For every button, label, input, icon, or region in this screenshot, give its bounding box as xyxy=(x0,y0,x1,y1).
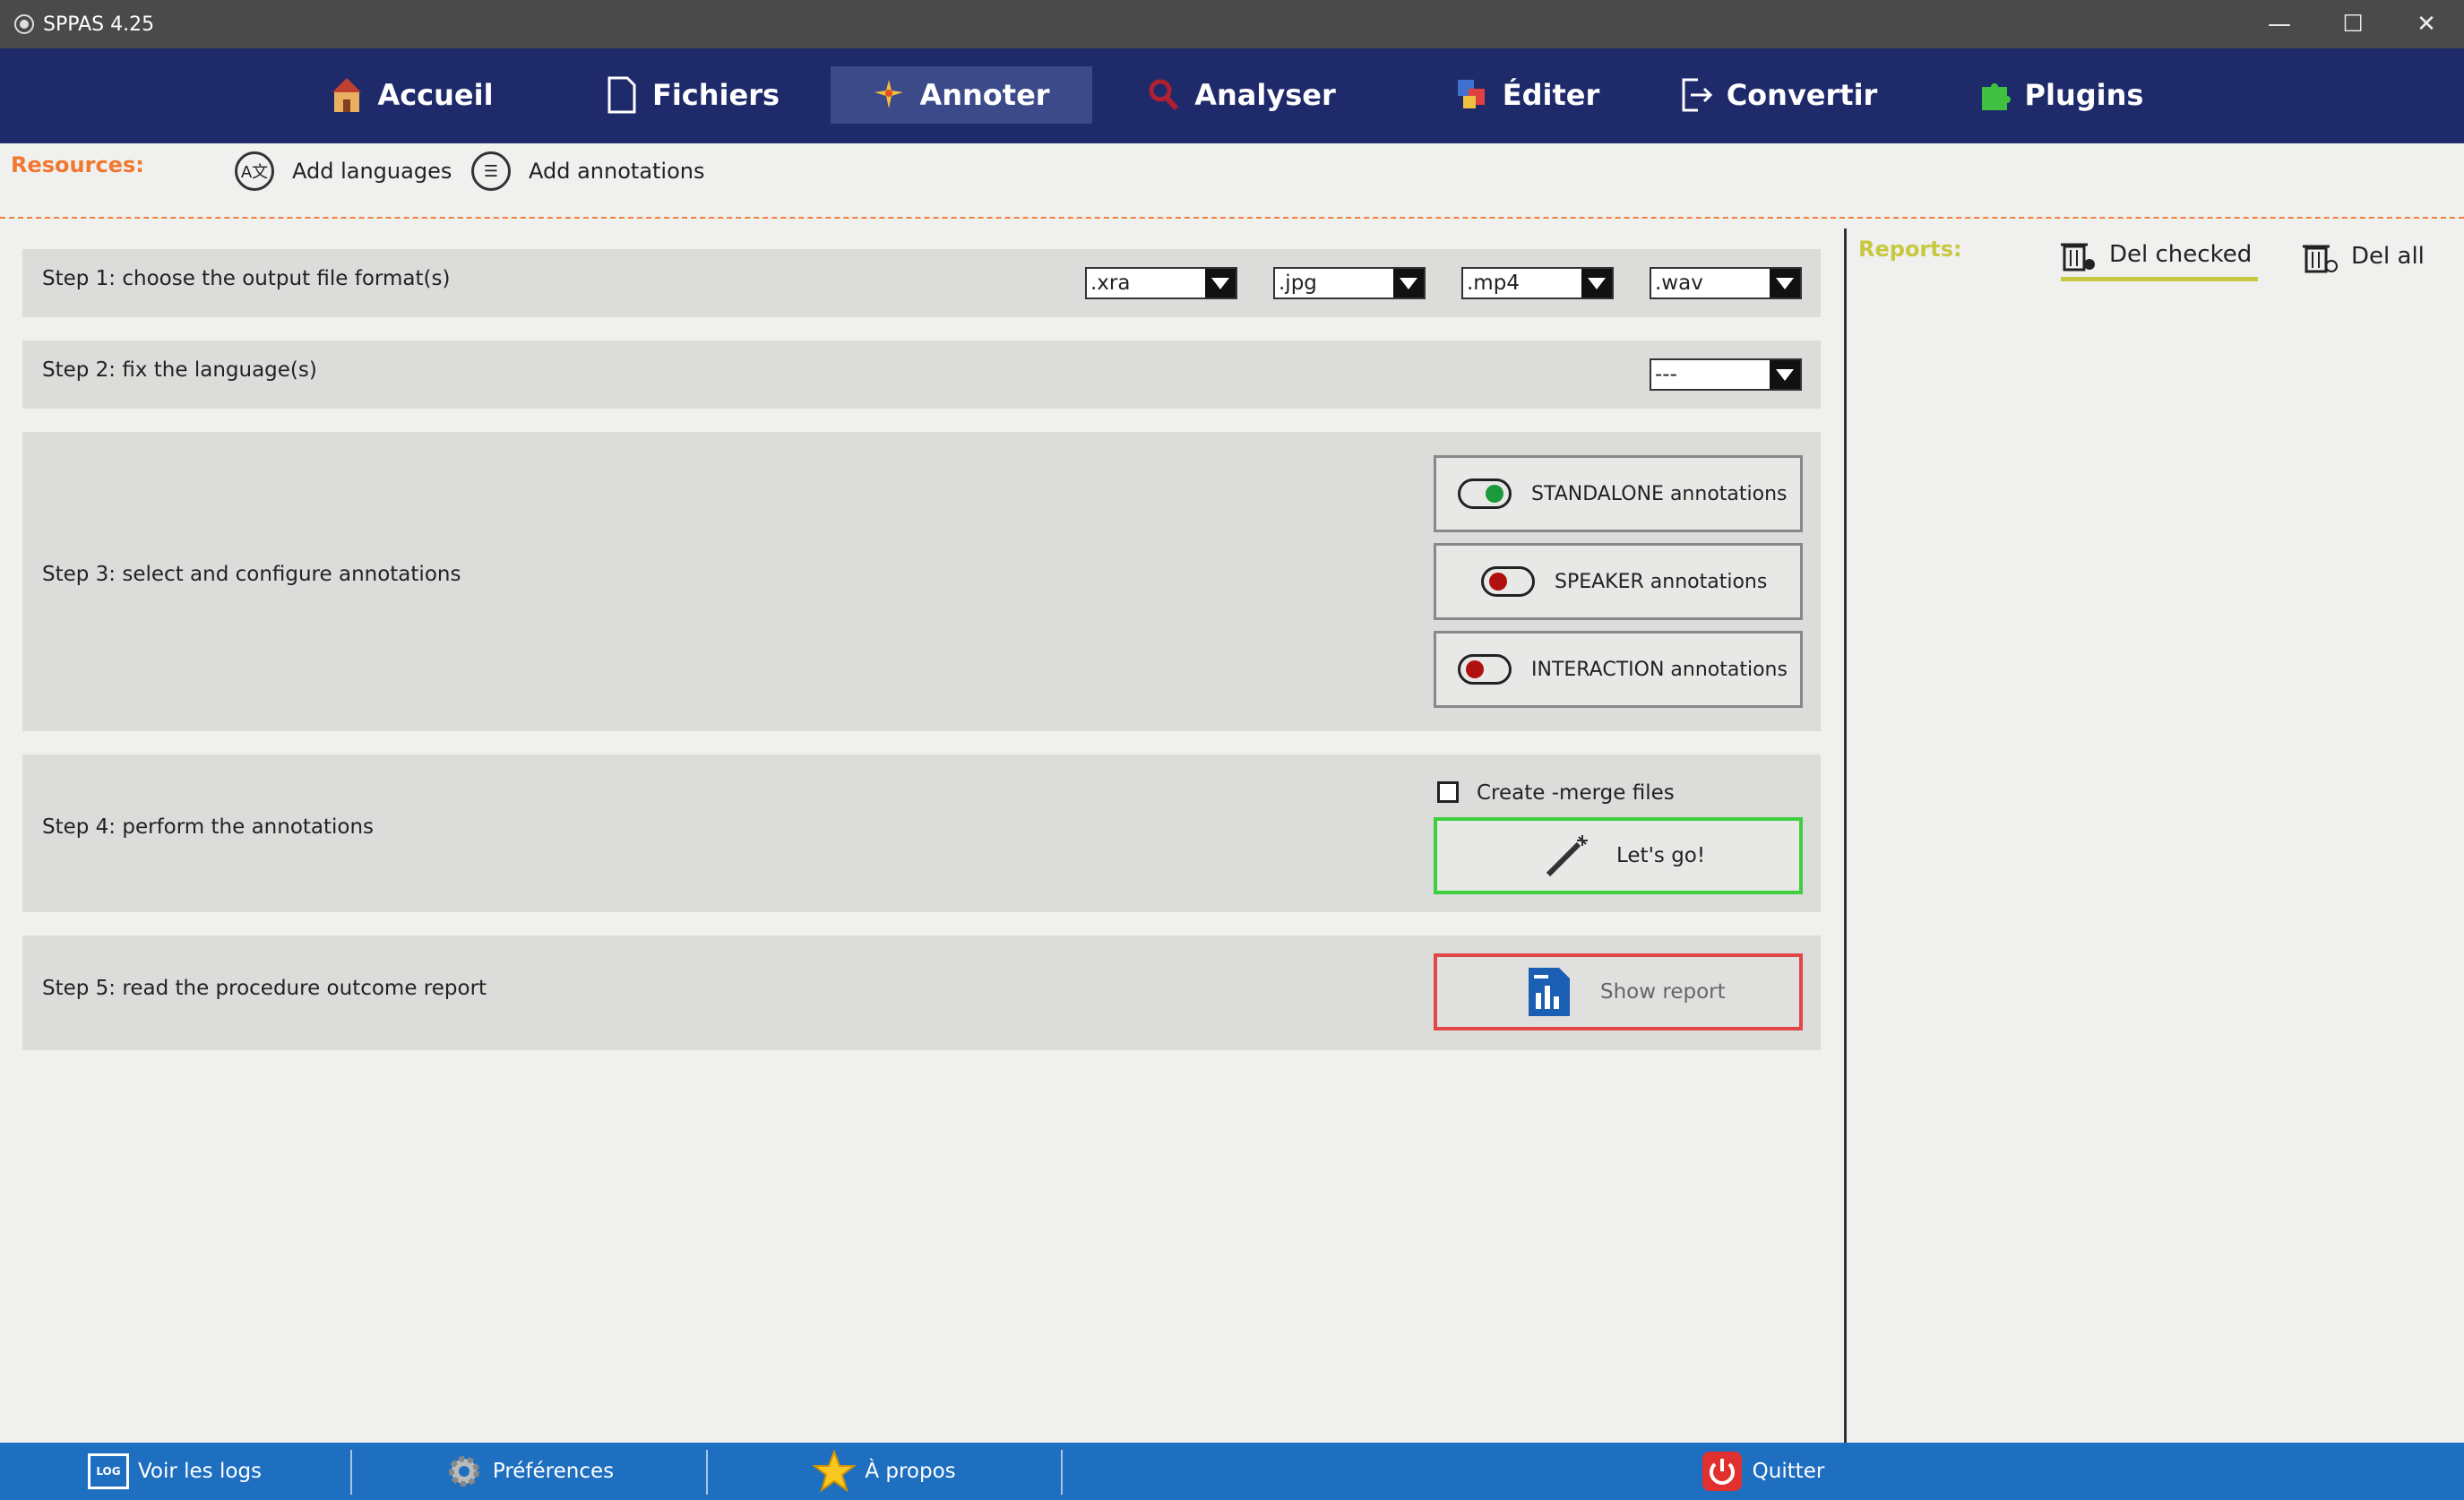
add-languages-button[interactable]: A文 Add languages xyxy=(235,147,452,195)
del-checked-button[interactable]: Del checked xyxy=(2061,231,2258,281)
format-select-xra[interactable]: .xra xyxy=(1085,267,1237,299)
main-nav: Accueil Fichiers Annoter Analyser Éditer… xyxy=(0,48,2464,143)
interaction-label: INTERACTION annotations xyxy=(1531,658,1788,681)
list-icon: ☰ xyxy=(471,151,511,191)
sparkle-icon xyxy=(873,76,905,114)
tab-label: Plugins xyxy=(2024,78,2144,112)
tab-label: Fichiers xyxy=(651,78,780,112)
view-logs-label: Voir les logs xyxy=(137,1460,263,1483)
merge-files-label: Create -merge files xyxy=(1477,781,1675,805)
view-logs-button[interactable]: LOG Voir les logs xyxy=(0,1443,349,1500)
tab-fichiers[interactable]: Fichiers xyxy=(599,66,787,124)
format-value: .jpg xyxy=(1279,272,1317,295)
bottom-bar: LOG Voir les logs Préférences À propos Q… xyxy=(0,1443,2464,1500)
chevron-down-icon xyxy=(1393,269,1424,297)
tab-label: Accueil xyxy=(377,78,494,112)
step2-panel: Step 2: fix the language(s) --- xyxy=(22,341,1821,409)
puzzle-icon xyxy=(1978,76,2011,114)
power-icon xyxy=(1702,1452,1742,1491)
resources-label: Resources: xyxy=(11,152,144,177)
log-icon: LOG xyxy=(87,1453,129,1489)
star-icon xyxy=(812,1449,857,1493)
language-select[interactable]: --- xyxy=(1650,358,1802,391)
tab-label: Convertir xyxy=(1726,78,1878,112)
trash-all-icon xyxy=(2303,241,2338,273)
step1-panel: Step 1: choose the output file format(s)… xyxy=(22,249,1821,317)
add-annotations-label: Add annotations xyxy=(529,159,705,184)
gear-icon xyxy=(444,1452,484,1491)
chevron-down-icon xyxy=(1205,269,1236,297)
export-icon xyxy=(1680,76,1712,114)
format-value: .xra xyxy=(1090,272,1131,295)
tab-convertir[interactable]: Convertir xyxy=(1682,66,1877,124)
quit-label: Quitter xyxy=(1752,1460,1825,1483)
del-checked-label: Del checked xyxy=(2109,240,2253,268)
tab-plugins[interactable]: Plugins xyxy=(1971,66,2150,124)
close-button[interactable]: ✕ xyxy=(2391,0,2462,48)
reports-label: Reports: xyxy=(1858,237,1962,262)
step4-label: Step 4: perform the annotations xyxy=(42,815,375,839)
toggle-off-icon xyxy=(1481,566,1535,597)
edit-icon xyxy=(1456,76,1488,114)
report-chart-icon xyxy=(1525,966,1573,1018)
title-bar: SPPAS 4.25 — ☐ ✕ xyxy=(0,0,2464,48)
preferences-button[interactable]: Préférences xyxy=(352,1443,706,1500)
tab-analyser[interactable]: Analyser xyxy=(1143,66,1340,124)
language-icon: A文 xyxy=(235,151,274,191)
step2-label: Step 2: fix the language(s) xyxy=(42,358,317,382)
chevron-down-icon xyxy=(1770,360,1800,389)
standalone-annotations-button[interactable]: STANDALONE annotations xyxy=(1434,455,1803,532)
format-value: .mp4 xyxy=(1467,272,1520,295)
toggle-off-icon xyxy=(1458,654,1512,685)
chevron-down-icon xyxy=(1770,269,1800,297)
speaker-label: SPEAKER annotations xyxy=(1555,570,1768,593)
show-report-label: Show report xyxy=(1600,980,1726,1004)
step3-label: Step 3: select and configure annotations xyxy=(42,563,461,586)
format-select-wav[interactable]: .wav xyxy=(1650,267,1802,299)
minimize-button[interactable]: — xyxy=(2244,0,2315,48)
add-languages-label: Add languages xyxy=(292,159,452,184)
interaction-annotations-button[interactable]: INTERACTION annotations xyxy=(1434,631,1803,708)
language-value: --- xyxy=(1655,363,1677,386)
step1-label: Step 1: choose the output file format(s) xyxy=(42,267,451,290)
step5-label: Step 5: read the procedure outcome repor… xyxy=(42,977,487,1000)
window-title: SPPAS 4.25 xyxy=(43,13,155,36)
resources-bar: Resources: A文 Add languages ☰ Add annota… xyxy=(0,143,2464,219)
del-all-label: Del all xyxy=(2351,243,2425,270)
panel-divider xyxy=(1844,228,1847,1443)
format-value: .wav xyxy=(1655,272,1703,295)
maximize-button[interactable]: ☐ xyxy=(2317,0,2389,48)
tab-label: Annoter xyxy=(919,78,1050,112)
about-button[interactable]: À propos xyxy=(708,1443,1061,1500)
about-label: À propos xyxy=(865,1460,956,1483)
format-select-mp4[interactable]: .mp4 xyxy=(1461,267,1614,299)
chevron-down-icon xyxy=(1581,269,1612,297)
show-report-button[interactable]: Show report xyxy=(1434,953,1803,1030)
toggle-on-icon xyxy=(1458,478,1512,509)
speaker-annotations-button[interactable]: SPEAKER annotations xyxy=(1434,543,1803,620)
home-icon xyxy=(331,76,363,114)
tab-label: Analyser xyxy=(1194,78,1336,112)
add-annotations-button[interactable]: ☰ Add annotations xyxy=(471,147,705,195)
trash-checked-icon xyxy=(2061,239,2095,271)
tab-label: Éditer xyxy=(1502,78,1600,112)
file-icon xyxy=(606,76,638,114)
magic-wand-icon xyxy=(1543,832,1591,880)
tab-editer[interactable]: Éditer xyxy=(1438,66,1617,124)
merge-files-checkbox[interactable] xyxy=(1437,781,1459,803)
tab-accueil[interactable]: Accueil xyxy=(323,66,502,124)
tab-annoter[interactable]: Annoter xyxy=(831,66,1092,124)
preferences-label: Préférences xyxy=(492,1460,615,1483)
lets-go-label: Let's go! xyxy=(1616,844,1706,867)
standalone-label: STANDALONE annotations xyxy=(1531,482,1788,505)
magnifier-icon xyxy=(1148,76,1180,114)
format-select-jpg[interactable]: .jpg xyxy=(1273,267,1426,299)
quit-button[interactable]: Quitter xyxy=(1063,1443,2464,1500)
del-all-button[interactable]: Del all xyxy=(2303,231,2446,281)
lets-go-button[interactable]: Let's go! xyxy=(1434,817,1803,894)
app-icon xyxy=(14,14,34,34)
